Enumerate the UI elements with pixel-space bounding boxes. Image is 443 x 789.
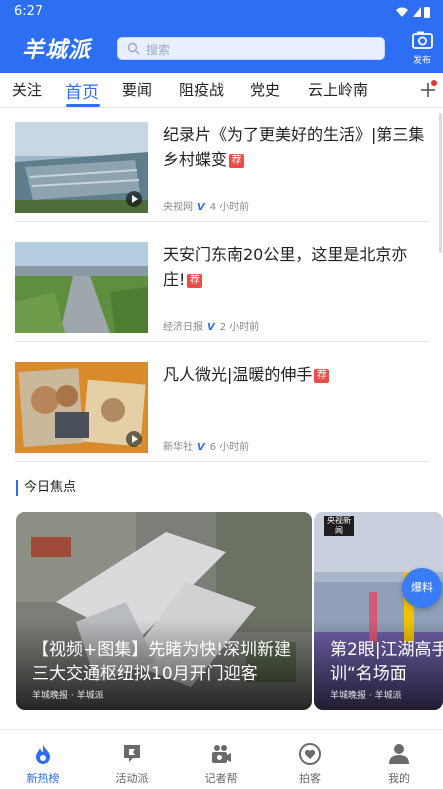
nav-label: 我的 (388, 772, 410, 785)
tab-cloud-lingnan[interactable]: 云上岭南 (308, 79, 368, 100)
news-source: 新华社 (163, 442, 193, 453)
news-meta: 经济日报 V 2 小时前 (163, 318, 259, 333)
status-time: 6:27 (14, 4, 44, 19)
flame-icon (36, 744, 50, 764)
news-item[interactable]: 天安门东南20公里，这里是北京亦庄! 荐 经济日报 V 2 小时前 (15, 230, 428, 342)
user-icon (389, 744, 409, 764)
tab-headlines[interactable]: 要闻 (122, 79, 152, 100)
news-thumbnail (15, 122, 148, 213)
tab-home[interactable]: 首页 (65, 78, 99, 103)
bottom-nav: 新热榜 活动派 记者帮 拍客 我的 (0, 729, 443, 789)
news-item[interactable]: 凡人微光|温暖的伸手荐 新华社 V 6 小时前 (15, 350, 428, 462)
cctv-news-logo: 央视新闻 (324, 516, 354, 536)
nav-photographer[interactable]: 拍客 (275, 742, 345, 786)
search-placeholder: 搜索 (146, 43, 171, 57)
news-source: 央视网 (163, 202, 193, 213)
card-title: 第2眼|江湖高手军训“名场面 (330, 640, 443, 684)
focus-card[interactable]: 央视新闻 第2眼|江湖高手军训“名场面 羊城晚报 · 羊城派 (314, 512, 443, 710)
video-play-icon (126, 431, 142, 447)
nav-label: 拍客 (299, 772, 321, 785)
publish-label: 发布 (412, 56, 431, 66)
reporter-icon (212, 745, 231, 763)
news-title: 凡人微光|温暖的伸手荐 (163, 362, 429, 387)
camera-icon (412, 31, 433, 49)
card-title: 【视频+图集】先睹为快!深圳新建三大交通枢纽拟10月开门迎客 (32, 640, 292, 684)
news-source: 经济日报 (163, 322, 203, 333)
recommend-badge: 荐 (187, 274, 203, 288)
tab-epidemic[interactable]: 阻疫战 (179, 79, 224, 100)
nav-trending[interactable]: 新热榜 (8, 742, 78, 786)
news-title: 纪录片《为了更美好的生活》|第三集 乡村蝶变荐 (163, 125, 425, 169)
status-bar: 6:27 (0, 0, 443, 24)
signal-icons (396, 7, 430, 18)
news-thumbnail (15, 362, 148, 453)
tip-off-button[interactable]: 爆料 (402, 568, 442, 608)
verified-icon: V (207, 322, 215, 333)
news-time: 2 小时前 (219, 322, 260, 333)
verified-icon: V (197, 202, 205, 213)
card-source: 羊城晚报 · 羊城派 (330, 691, 402, 701)
recommend-badge: 荐 (314, 369, 330, 383)
search-box[interactable]: 搜索 (117, 37, 385, 60)
nav-label: 活动派 (115, 772, 149, 785)
publish-button[interactable]: 发布 (404, 30, 440, 68)
nav-label: 新热榜 (26, 772, 60, 785)
channel-tabs: 关注 首页 要闻 阻疫战 党史 云上岭南 时 (0, 73, 443, 108)
news-time: 4 小时前 (209, 202, 250, 213)
nav-label: 记者帮 (204, 772, 238, 785)
news-time: 6 小时前 (209, 442, 250, 453)
news-thumbnail (15, 242, 148, 333)
brand-logo: 羊城派 (22, 37, 92, 63)
tab-follow[interactable]: 关注 (12, 79, 42, 100)
top-app-bar: 6:27 羊城派 搜索 发布 (0, 0, 443, 73)
nav-profile[interactable]: 我的 (364, 742, 434, 786)
verified-icon: V (197, 442, 205, 453)
video-play-icon (126, 191, 142, 207)
nav-reporter[interactable]: 记者帮 (186, 742, 256, 786)
news-item[interactable]: 纪录片《为了更美好的生活》|第三集 乡村蝶变荐 央视网 V 4 小时前 (15, 110, 428, 222)
recommend-badge: 荐 (229, 154, 245, 168)
news-meta: 新华社 V 6 小时前 (163, 438, 249, 453)
news-meta: 央视网 V 4 小时前 (163, 198, 249, 213)
new-channel-dot (431, 80, 437, 86)
news-title: 天安门东南20公里，这里是北京亦庄! 荐 (163, 245, 408, 289)
scrollbar[interactable] (439, 113, 442, 253)
card-source: 羊城晚报 · 羊城派 (32, 691, 104, 701)
heart-icon (299, 743, 321, 765)
tab-party-history[interactable]: 党史 (250, 79, 280, 100)
active-tab-indicator (66, 104, 100, 107)
focus-card[interactable]: 【视频+图集】先睹为快!深圳新建三大交通枢纽拟10月开门迎客 羊城晚报 · 羊城… (16, 512, 312, 710)
search-icon (127, 42, 140, 55)
section-title: 今日焦点 (16, 480, 76, 496)
flag-icon (124, 745, 140, 762)
nav-activity[interactable]: 活动派 (97, 742, 167, 786)
